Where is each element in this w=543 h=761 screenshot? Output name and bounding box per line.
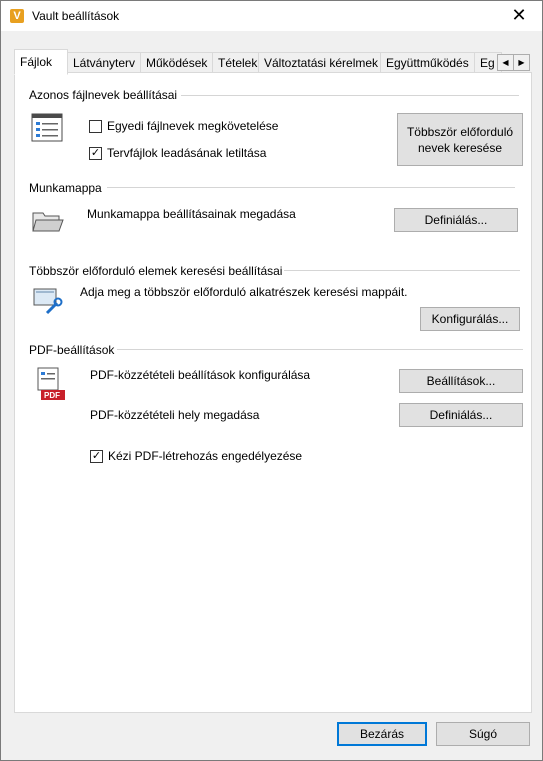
folder-icon (32, 212, 64, 232)
group-divider (284, 270, 520, 271)
pdf-group-title: PDF-beállítások (29, 343, 115, 357)
title-bar: V Vault beállítások ✕ (1, 1, 542, 31)
pdf-publish-settings-label: PDF-közzétételi beállítások konfigurálás… (90, 368, 311, 382)
duplicate-search-description: Adja meg a többször előforduló alkatrész… (80, 285, 408, 299)
group-divider (181, 95, 519, 96)
group-divider (117, 349, 523, 350)
require-unique-names-checkbox[interactable] (89, 120, 102, 133)
workspace-group-title: Munkamappa (29, 181, 102, 195)
window-title: Vault beállítások (32, 9, 120, 23)
vault-settings-dialog: V Vault beállítások ✕ Fájlok Látványterv… (0, 0, 543, 761)
require-unique-names-label: Egyedi fájlnevek megkövetelése (107, 119, 279, 133)
list-settings-icon (31, 113, 63, 142)
duplicate-configure-button[interactable]: Konfigurálás... (420, 307, 520, 331)
group-divider (107, 187, 515, 188)
tab-collaboration[interactable]: Együttműködés (380, 52, 481, 73)
tab-strip: Fájlok Látványterv Működések Tételek Vál… (14, 49, 532, 75)
manual-pdf-checkbox[interactable]: ✓ (90, 450, 103, 463)
tab-visualization[interactable]: Látványterv (67, 52, 142, 73)
close-button[interactable]: Bezárás (337, 722, 427, 746)
files-tab-panel: Azonos fájlnevek beállításai Egyedi fájl… (14, 72, 532, 713)
find-duplicate-names-button[interactable]: Többször előforduló nevek keresése (397, 113, 523, 166)
duplicate-search-icon (33, 288, 63, 315)
tab-behaviors[interactable]: Működések (140, 52, 214, 73)
disable-checkin-checkbox[interactable]: ✓ (89, 147, 102, 160)
unique-names-group-title: Azonos fájlnevek beállításai (29, 88, 178, 102)
tab-change-orders[interactable]: Változtatási kérelmek (258, 52, 389, 73)
close-window-button[interactable]: ✕ (496, 1, 542, 31)
workspace-define-button[interactable]: Definiálás... (394, 208, 518, 232)
workspace-description: Munkamappa beállításainak megadása (87, 207, 296, 221)
tab-files[interactable]: Fájlok (14, 49, 68, 75)
pdf-icon-text: PDF (44, 391, 60, 400)
pdf-settings-button[interactable]: Beállítások... (399, 369, 523, 393)
pdf-location-label: PDF-közzétételi hely megadása (90, 408, 260, 422)
manual-pdf-label: Kézi PDF-létrehozás engedélyezése (108, 449, 303, 463)
tab-scroll-left-button[interactable]: ◀ (497, 54, 514, 71)
tab-scroll-right-button[interactable]: ▶ (513, 54, 530, 71)
pdf-document-icon: PDF (37, 367, 65, 400)
disable-checkin-label: Tervfájlok leadásának letiltása (107, 146, 267, 160)
duplicate-search-group-title: Többször előforduló elemek keresési beál… (29, 264, 283, 278)
pdf-location-define-button[interactable]: Definiálás... (399, 403, 523, 427)
help-button[interactable]: Súgó (436, 722, 530, 746)
vault-logo-icon: V (10, 9, 24, 23)
